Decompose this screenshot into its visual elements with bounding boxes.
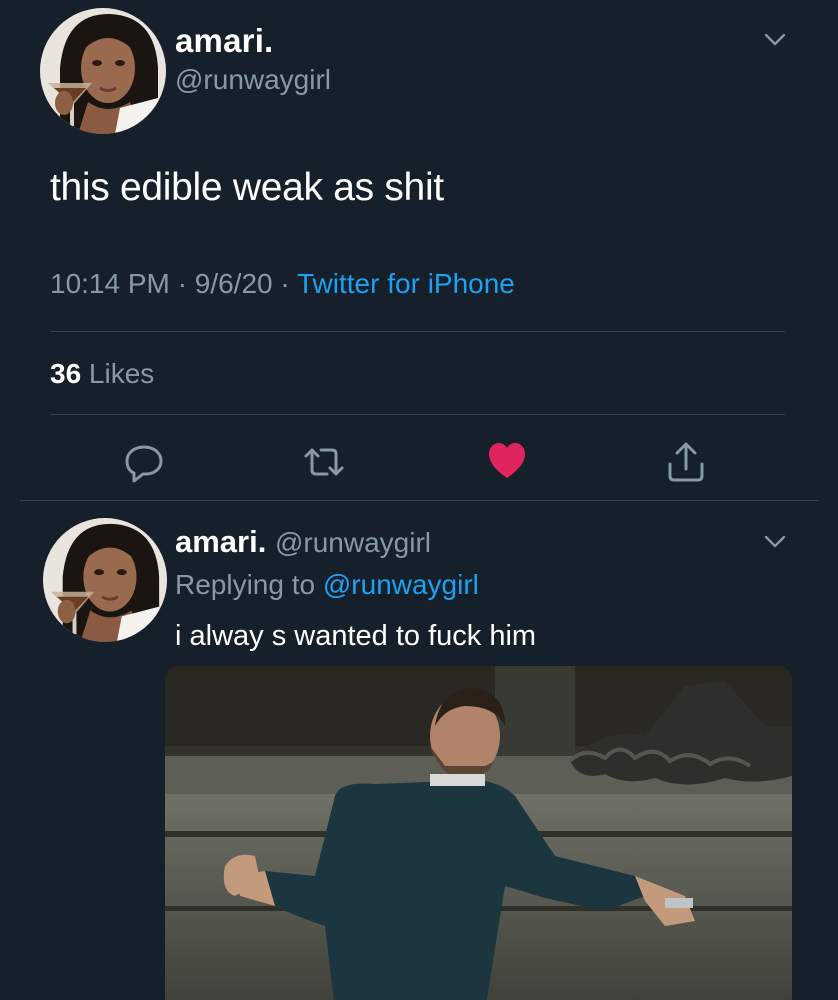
share-icon[interactable]	[664, 440, 708, 484]
display-name[interactable]: amari.	[175, 524, 266, 559]
tweet-time[interactable]: 10:14 PM	[50, 268, 170, 299]
avatar[interactable]	[43, 518, 167, 642]
replying-to: Replying to @runwaygirl	[175, 569, 479, 601]
tweet-metadata: 10:14 PM · 9/6/20 · Twitter for iPhone	[50, 268, 515, 300]
reply-icon[interactable]	[122, 440, 166, 484]
display-name[interactable]: amari.	[175, 22, 273, 60]
avatar[interactable]	[40, 8, 166, 134]
chevron-down-icon[interactable]	[760, 30, 790, 50]
tweet-thread: amari. @runwaygirl this edible weak as s…	[0, 0, 838, 1000]
separator: ·	[272, 268, 297, 299]
tweet-date[interactable]: 9/6/20	[195, 268, 273, 299]
tweet-media-image[interactable]	[165, 666, 792, 1000]
replying-prefix: Replying to	[175, 569, 323, 600]
separator: ·	[169, 268, 195, 299]
divider	[50, 331, 785, 332]
reply-author: amari. @runwaygirl	[175, 524, 431, 560]
tweet-text: this edible weak as shit	[50, 166, 444, 209]
likes-stat[interactable]: 36 Likes	[50, 358, 154, 390]
tweet-source-link[interactable]: Twitter for iPhone	[297, 268, 515, 299]
tweet-separator	[20, 500, 818, 501]
chevron-down-icon[interactable]	[760, 532, 790, 552]
retweet-icon[interactable]	[302, 440, 346, 484]
main-tweet: amari. @runwaygirl this edible weak as s…	[0, 0, 838, 502]
like-icon[interactable]	[485, 438, 529, 482]
username[interactable]: @runwaygirl	[175, 64, 331, 96]
username[interactable]: @runwaygirl	[275, 527, 431, 558]
mention-link[interactable]: @runwaygirl	[323, 569, 479, 600]
divider	[50, 414, 785, 415]
likes-label: Likes	[81, 358, 155, 389]
tweet-text: i alway s wanted to fuck him	[175, 620, 537, 652]
reply-tweet[interactable]: amari. @runwaygirl Replying to @runwaygi…	[0, 503, 838, 1000]
likes-count: 36	[50, 358, 82, 389]
